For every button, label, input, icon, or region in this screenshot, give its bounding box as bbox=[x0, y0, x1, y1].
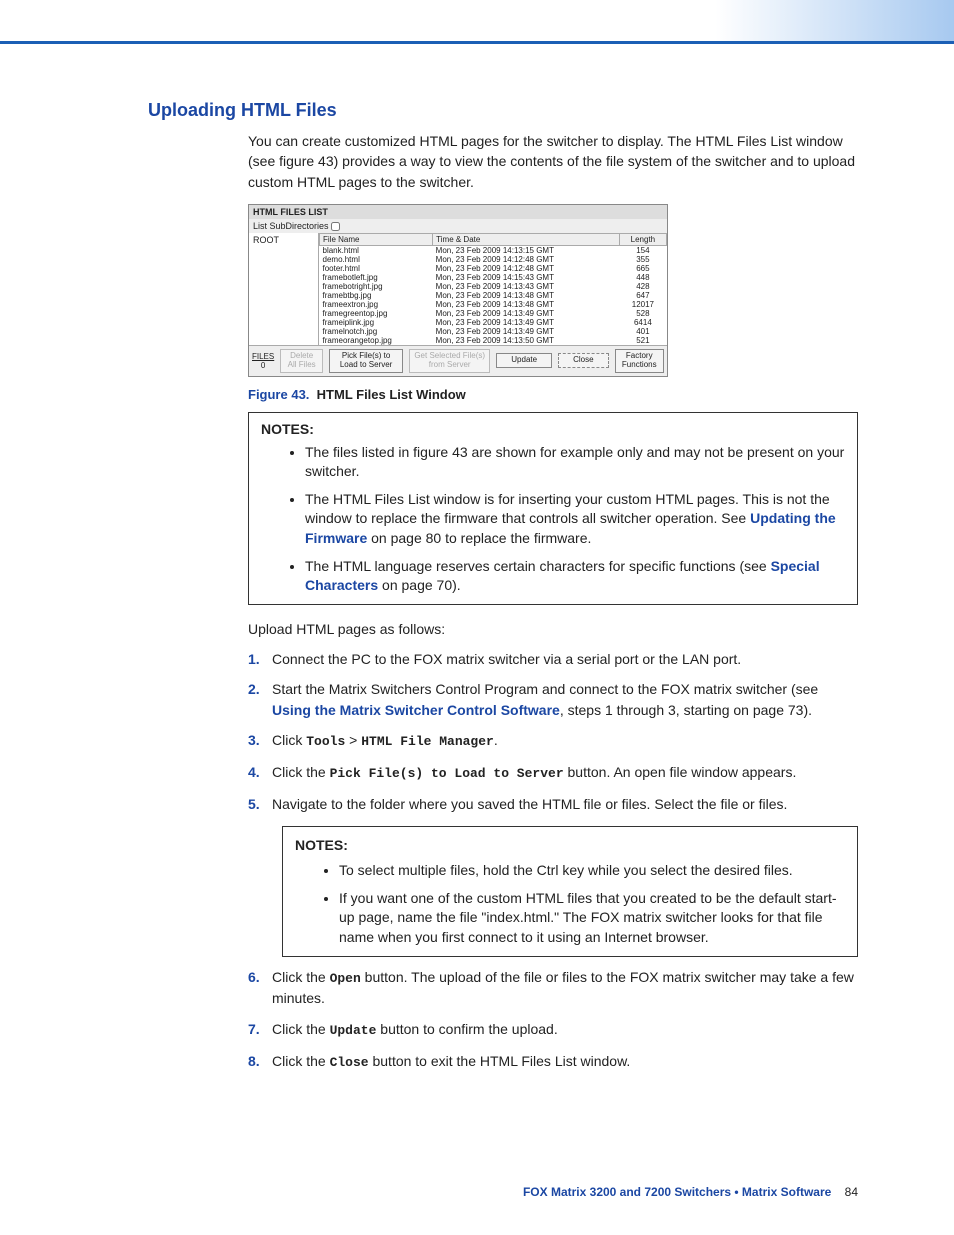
step-4: Click the Pick File(s) to Load to Server… bbox=[248, 762, 858, 784]
step-2: Start the Matrix Switchers Control Progr… bbox=[248, 679, 858, 720]
table-row: demo.htmlMon, 23 Feb 2009 14:12:48 GMT35… bbox=[320, 255, 667, 264]
table-row: framebotleft.jpgMon, 23 Feb 2009 14:15:4… bbox=[320, 273, 667, 282]
update-button[interactable]: Update bbox=[496, 353, 552, 368]
table-row: blank.htmlMon, 23 Feb 2009 14:13:15 GMT1… bbox=[320, 246, 667, 256]
steps-list: Connect the PC to the FOX matrix switche… bbox=[248, 649, 858, 1072]
tree-root[interactable]: ROOT bbox=[253, 235, 279, 245]
table-row: frameextron.jpgMon, 23 Feb 2009 14:13:48… bbox=[320, 300, 667, 309]
step-1: Connect the PC to the FOX matrix switche… bbox=[248, 649, 858, 669]
close-button[interactable]: Close bbox=[558, 353, 608, 368]
col-filename[interactable]: File Name bbox=[320, 234, 433, 246]
step-3: Click Tools > HTML File Manager. bbox=[248, 730, 858, 752]
file-table: File Name Time & Date Length blank.htmlM… bbox=[319, 233, 667, 345]
delete-all-button[interactable]: Delete All Files bbox=[280, 349, 323, 373]
pick-files-button[interactable]: Pick File(s) to Load to Server bbox=[329, 349, 403, 373]
window-title: HTML FILES LIST bbox=[249, 205, 667, 219]
subdir-label: List SubDirectories bbox=[253, 221, 329, 231]
subdir-checkbox[interactable] bbox=[331, 222, 340, 231]
table-row: framelnotch.jpgMon, 23 Feb 2009 14:13:49… bbox=[320, 327, 667, 336]
col-date[interactable]: Time & Date bbox=[433, 234, 620, 246]
tree-panel: ROOT bbox=[249, 233, 319, 345]
note-item: To select multiple files, hold the Ctrl … bbox=[339, 861, 845, 881]
figure-caption: Figure 43. HTML Files List Window bbox=[248, 387, 858, 402]
page-footer: FOX Matrix 3200 and 7200 Switchers • Mat… bbox=[523, 1185, 858, 1199]
figure-window: HTML FILES LIST List SubDirectories ROOT… bbox=[248, 204, 858, 377]
note-item: The HTML language reserves certain chara… bbox=[305, 557, 845, 596]
note-item: If you want one of the custom HTML files… bbox=[339, 889, 845, 948]
subdir-row: List SubDirectories bbox=[249, 219, 667, 233]
get-selected-button[interactable]: Get Selected File(s) from Server bbox=[409, 349, 490, 373]
page-header-bar bbox=[0, 0, 954, 44]
files-count: FILES 0 bbox=[252, 352, 274, 370]
step-5: Navigate to the folder where you saved t… bbox=[248, 794, 858, 957]
table-row: framebotright.jpgMon, 23 Feb 2009 14:13:… bbox=[320, 282, 667, 291]
note-item: The HTML Files List window is for insert… bbox=[305, 490, 845, 549]
notes-box-2: NOTES: To select multiple files, hold th… bbox=[282, 826, 858, 957]
note-item: The files listed in figure 43 are shown … bbox=[305, 443, 845, 482]
table-row: framegreentop.jpgMon, 23 Feb 2009 14:13:… bbox=[320, 309, 667, 318]
step-6: Click the Open button. The upload of the… bbox=[248, 967, 858, 1009]
notes-title: NOTES: bbox=[295, 835, 845, 855]
factory-button[interactable]: Factory Functions bbox=[615, 349, 664, 373]
notes-box-1: NOTES: The files listed in figure 43 are… bbox=[248, 412, 858, 605]
intro-paragraph: You can create customized HTML pages for… bbox=[248, 131, 858, 192]
table-row: frameiplink.jpgMon, 23 Feb 2009 14:13:49… bbox=[320, 318, 667, 327]
table-row: footer.htmlMon, 23 Feb 2009 14:12:48 GMT… bbox=[320, 264, 667, 273]
table-row: frameorangetop.jpgMon, 23 Feb 2009 14:13… bbox=[320, 336, 667, 345]
link-control-software[interactable]: Using the Matrix Switcher Control Softwa… bbox=[272, 702, 560, 718]
step-8: Click the Close button to exit the HTML … bbox=[248, 1051, 858, 1073]
section-heading: Uploading HTML Files bbox=[148, 100, 858, 121]
notes-title: NOTES: bbox=[261, 421, 845, 437]
step-7: Click the Update button to confirm the u… bbox=[248, 1019, 858, 1041]
upload-paragraph: Upload HTML pages as follows: bbox=[248, 619, 858, 639]
col-length[interactable]: Length bbox=[619, 234, 666, 246]
table-row: framebtbg.jpgMon, 23 Feb 2009 14:13:48 G… bbox=[320, 291, 667, 300]
